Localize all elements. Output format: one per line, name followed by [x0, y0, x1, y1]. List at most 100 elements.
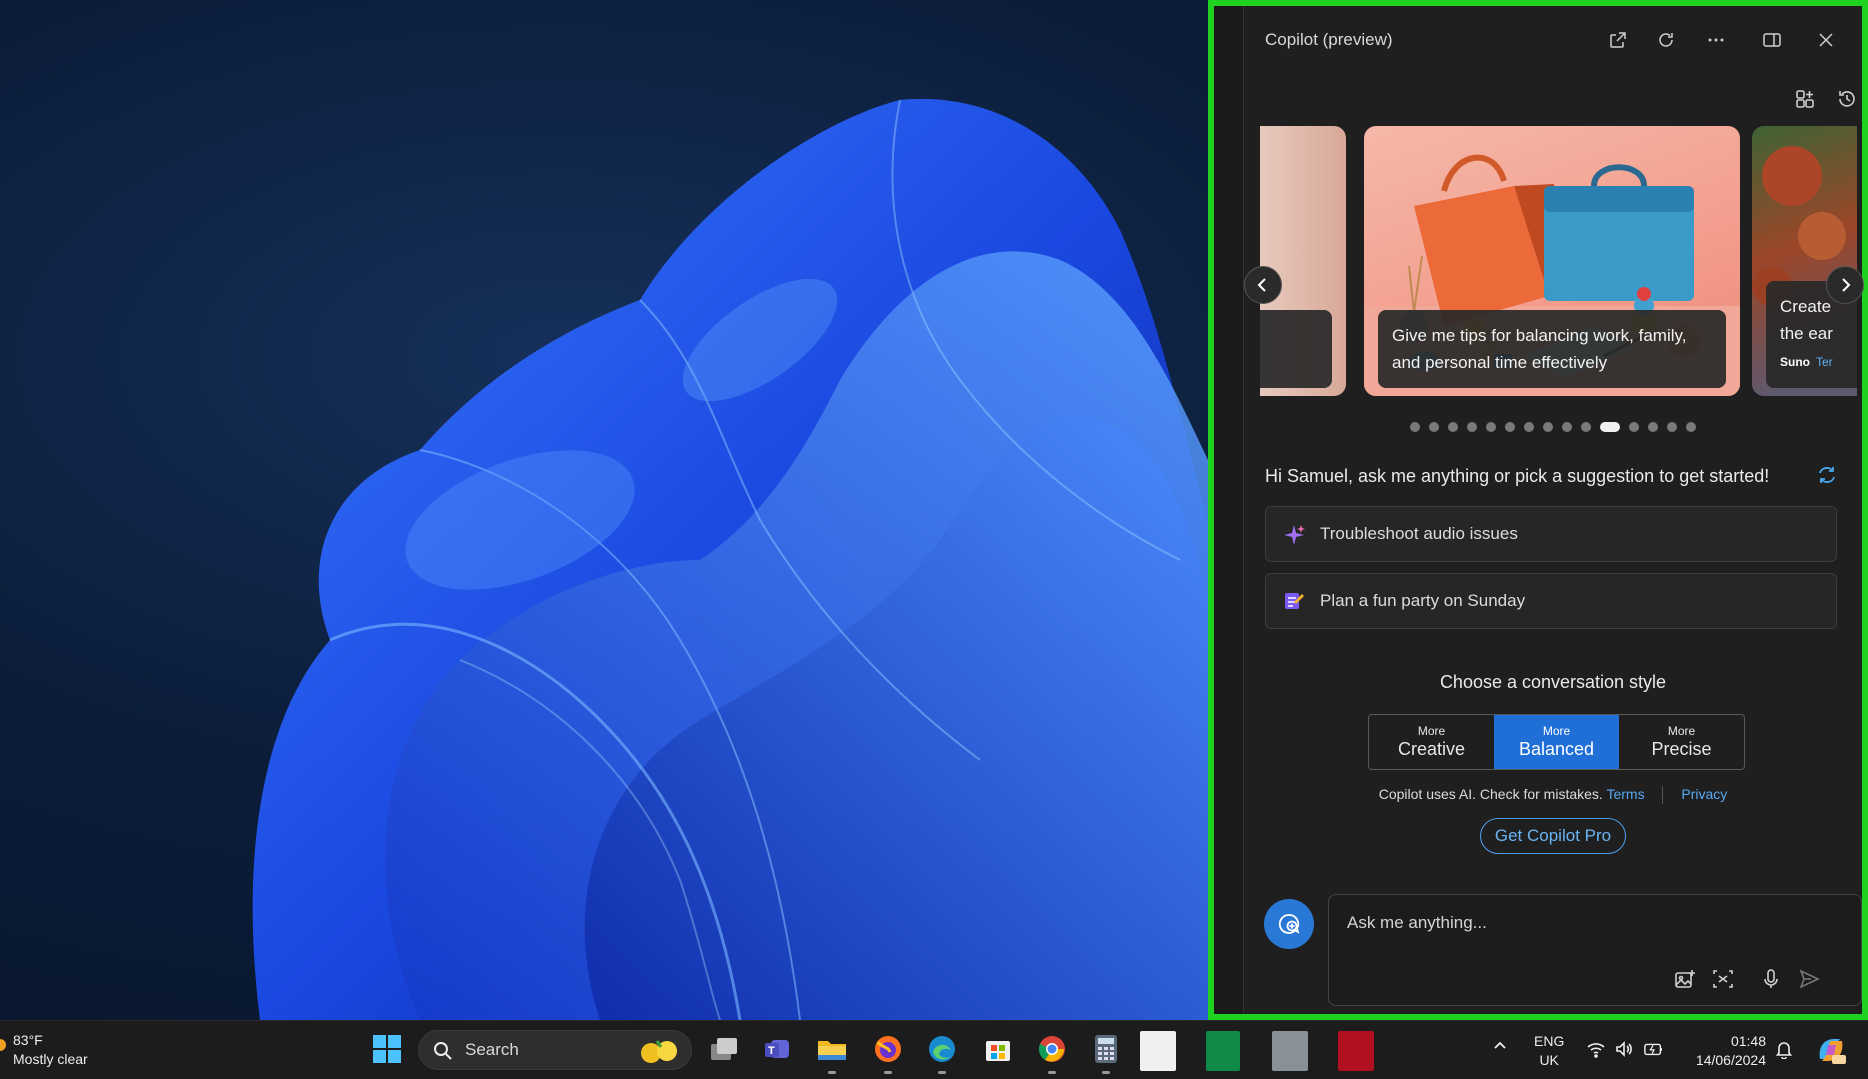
- microphone-icon[interactable]: [1757, 965, 1785, 993]
- divider: [1662, 786, 1664, 805]
- carousel-dot[interactable]: [1648, 422, 1658, 432]
- taskbar-search[interactable]: Search: [418, 1030, 692, 1070]
- copilot-taskbar-icon[interactable]: [1814, 1033, 1848, 1067]
- carousel-card-next[interactable]: Create the ear Suno Ter: [1752, 126, 1857, 396]
- edge-icon[interactable]: [924, 1031, 960, 1067]
- suggestion-label: Plan a fun party on Sunday: [1320, 591, 1526, 610]
- privacy-link[interactable]: Privacy: [1681, 786, 1727, 802]
- add-image-icon[interactable]: [1671, 965, 1699, 993]
- wifi-icon[interactable]: [1586, 1039, 1606, 1059]
- conversation-style-selector: More Creative More Balanced More Precise: [1368, 714, 1745, 770]
- open-in-new-window-icon[interactable]: [1602, 24, 1634, 56]
- style-balanced-button[interactable]: More Balanced: [1494, 715, 1619, 769]
- style-precise-button[interactable]: More Precise: [1619, 715, 1744, 769]
- carousel-dot[interactable]: [1448, 422, 1458, 432]
- carousel-card-current[interactable]: Give me tips for balancing work, family,…: [1364, 126, 1740, 396]
- style-small-label: More: [1667, 724, 1696, 738]
- carousel-dot[interactable]: [1543, 422, 1553, 432]
- refresh-suggestions-icon[interactable]: [1816, 464, 1838, 491]
- windows-start-icon[interactable]: [372, 1034, 402, 1064]
- running-indicator: [828, 1071, 836, 1074]
- suggestion-plan-party[interactable]: Plan a fun party on Sunday: [1265, 573, 1837, 629]
- screenshot-icon[interactable]: [1709, 965, 1737, 993]
- card-caption-line: the ear: [1780, 324, 1833, 343]
- running-indicator: [1048, 1071, 1056, 1074]
- style-creative-button[interactable]: More Creative: [1369, 715, 1494, 769]
- green-window-thumbnail[interactable]: [1206, 1031, 1240, 1071]
- carousel-dot[interactable]: [1581, 422, 1591, 432]
- carousel-previous-button[interactable]: [1244, 266, 1282, 304]
- refresh-icon[interactable]: [1650, 24, 1682, 56]
- carousel-dot[interactable]: [1429, 422, 1439, 432]
- terms-link[interactable]: Terms: [1606, 786, 1644, 802]
- microsoft-store-icon[interactable]: [980, 1031, 1016, 1067]
- search-icon: [434, 1042, 452, 1060]
- suggestion-label: Troubleshoot audio issues: [1320, 524, 1518, 543]
- carousel-dot[interactable]: [1562, 422, 1572, 432]
- history-icon[interactable]: [1832, 84, 1862, 114]
- suno-terms-link[interactable]: Ter: [1816, 355, 1833, 369]
- file-explorer-icon[interactable]: [814, 1031, 850, 1067]
- svg-text:T: T: [768, 1045, 775, 1057]
- ask-input[interactable]: [1347, 913, 1827, 933]
- close-icon[interactable]: [1810, 24, 1842, 56]
- show-hidden-icons-icon[interactable]: [1492, 1037, 1508, 1058]
- style-big-label: Balanced: [1518, 739, 1595, 759]
- conversation-style-title: Choose a conversation style: [1439, 672, 1667, 692]
- language-indicator[interactable]: ENG UK: [1534, 1032, 1564, 1070]
- search-label: Search: [465, 1040, 519, 1059]
- battery-charging-icon[interactable]: [1644, 1039, 1664, 1059]
- clock[interactable]: 01:48 14/06/2024: [1686, 1032, 1766, 1070]
- carousel-dot[interactable]: [1524, 422, 1534, 432]
- send-icon[interactable]: [1795, 965, 1823, 993]
- style-small-label: More: [1542, 724, 1571, 738]
- copilot-titlebar: Copilot (preview): [1244, 6, 1862, 72]
- red-window-thumbnail[interactable]: [1338, 1031, 1374, 1071]
- suggestion-troubleshoot-audio[interactable]: Troubleshoot audio issues: [1265, 506, 1837, 562]
- disclaimer-text: Copilot uses AI. Check for mistakes.: [1378, 786, 1603, 802]
- language-code: ENG: [1534, 1033, 1565, 1049]
- copilot-panel: Copilot (preview) Give me tips for balan…: [1208, 0, 1868, 1020]
- teams-icon[interactable]: T: [760, 1031, 796, 1067]
- card-caption: ob ons: [1260, 310, 1332, 388]
- carousel-dot[interactable]: [1410, 422, 1420, 432]
- gray-window-thumbnail[interactable]: [1272, 1031, 1308, 1071]
- carousel-card-previous[interactable]: ob ons: [1260, 126, 1346, 396]
- carousel-dot[interactable]: [1629, 422, 1639, 432]
- carousel-dot[interactable]: [1667, 422, 1677, 432]
- plugins-icon[interactable]: [1790, 84, 1820, 114]
- carousel-dot[interactable]: [1686, 422, 1696, 432]
- carousel-next-button[interactable]: [1826, 266, 1864, 304]
- sparkle-icon: [1284, 525, 1305, 545]
- dock-panel-icon[interactable]: [1756, 24, 1788, 56]
- weather-widget[interactable]: 83°F Mostly clear: [0, 1031, 88, 1069]
- ask-box: [1328, 894, 1862, 1006]
- carousel-dot[interactable]: [1486, 422, 1496, 432]
- task-view-icon[interactable]: [706, 1031, 742, 1067]
- white-window-thumbnail[interactable]: [1140, 1031, 1176, 1071]
- volume-icon[interactable]: [1614, 1039, 1634, 1059]
- new-topic-button[interactable]: [1264, 899, 1314, 949]
- carousel-dot[interactable]: [1467, 422, 1477, 432]
- card-caption-line: ob: [1260, 322, 1318, 349]
- card-caption: Give me tips for balancing work, family,…: [1378, 310, 1726, 388]
- calculator-icon[interactable]: [1088, 1031, 1124, 1067]
- carousel-dot-active[interactable]: [1600, 422, 1620, 432]
- get-copilot-pro-button[interactable]: Get Copilot Pro: [1480, 818, 1626, 854]
- carousel-dot[interactable]: [1505, 422, 1515, 432]
- running-indicator: [1102, 1071, 1110, 1074]
- card-caption-line: ons: [1260, 349, 1318, 376]
- more-options-icon[interactable]: [1700, 24, 1732, 56]
- clock-date: 14/06/2024: [1695, 1052, 1766, 1068]
- chrome-icon[interactable]: [1034, 1031, 1070, 1067]
- panel-edge-strip: [1214, 6, 1244, 1014]
- notifications-bell-icon[interactable]: [1774, 1039, 1794, 1064]
- running-indicator: [938, 1071, 946, 1074]
- firefox-icon[interactable]: [870, 1031, 906, 1067]
- style-small-label: More: [1417, 724, 1446, 738]
- copilot-content: Copilot (preview) Give me tips for balan…: [1244, 6, 1864, 1014]
- running-indicator: [884, 1071, 892, 1074]
- bloom-wallpaper-art: [252, 98, 1208, 1020]
- clock-time: 01:48: [1730, 1033, 1766, 1049]
- weather-condition: Mostly clear: [13, 1051, 88, 1067]
